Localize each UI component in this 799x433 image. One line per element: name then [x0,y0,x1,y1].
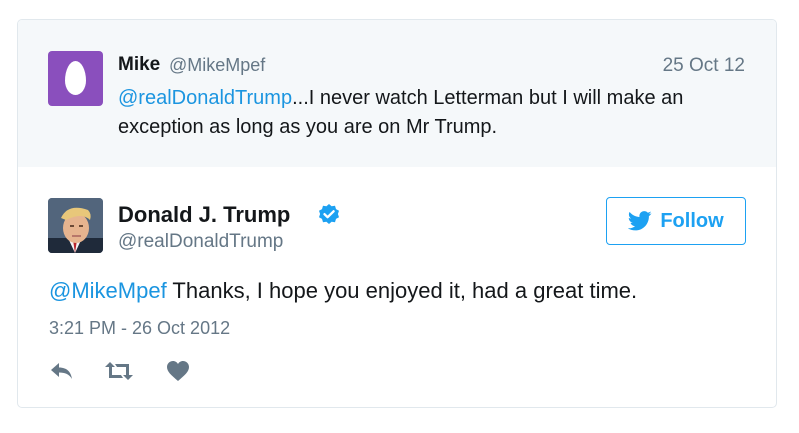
heart-icon[interactable] [166,360,194,384]
follow-button[interactable]: Follow [606,197,746,245]
author-name[interactable]: Donald J. Trump [118,202,290,228]
tweet-body: Thanks, I hope you enjoyed it, had a gre… [166,278,638,303]
parent-tweet-date[interactable]: 25 Oct 12 [663,55,745,77]
parent-mention-link[interactable]: @realDonaldTrump [118,87,292,109]
follow-label: Follow [660,209,724,232]
reply-icon[interactable] [49,360,77,384]
twitter-bird-icon [628,211,652,231]
parent-avatar[interactable] [48,51,103,106]
avatar[interactable] [48,198,103,253]
tweet-text: @MikeMpef Thanks, I hope you enjoyed it,… [49,278,637,304]
parent-author-handle[interactable]: @MikeMpef [169,55,265,76]
tweet-card: Mike @MikeMpef 25 Oct 12 @realDonaldTrum… [17,19,777,408]
parent-author-name[interactable]: Mike [118,54,160,76]
egg-icon [65,61,86,95]
parent-tweet[interactable]: Mike @MikeMpef 25 Oct 12 @realDonaldTrum… [18,20,776,167]
author-handle[interactable]: @realDonaldTrump [118,231,283,253]
retweet-icon[interactable] [104,360,133,384]
mention-link[interactable]: @MikeMpef [49,278,167,303]
tweet-timestamp[interactable]: 3:21 PM - 26 Oct 2012 [49,318,230,339]
verified-badge-icon [317,203,341,227]
parent-tweet-text: @realDonaldTrump...I never watch Letterm… [118,84,738,142]
